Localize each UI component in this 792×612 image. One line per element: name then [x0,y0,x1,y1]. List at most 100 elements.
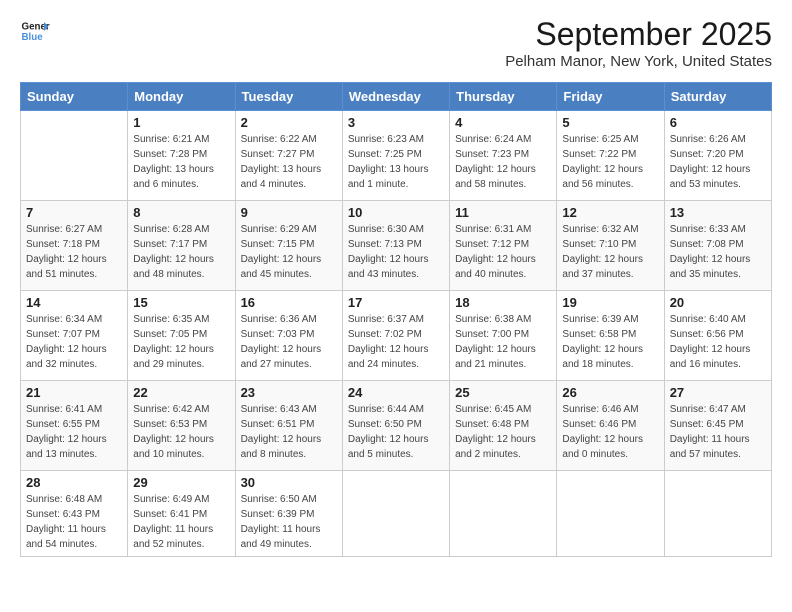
calendar-cell: 23 Sunrise: 6:43 AMSunset: 6:51 PMDayligh… [235,381,342,471]
day-number: 12 [562,205,658,220]
logo: General Blue [20,16,50,46]
day-number: 2 [241,115,337,130]
day-info: Sunrise: 6:50 AMSunset: 6:39 PMDaylight:… [241,492,337,552]
day-info: Sunrise: 6:22 AMSunset: 7:27 PMDaylight:… [241,132,337,192]
weekday-header-saturday: Saturday [664,83,771,111]
day-info: Sunrise: 6:49 AMSunset: 6:41 PMDaylight:… [133,492,229,552]
calendar-cell: 4 Sunrise: 6:24 AMSunset: 7:23 PMDaylight… [450,111,557,201]
day-number: 5 [562,115,658,130]
day-number: 10 [348,205,444,220]
day-number: 3 [348,115,444,130]
day-number: 11 [455,205,551,220]
day-info: Sunrise: 6:32 AMSunset: 7:10 PMDaylight:… [562,222,658,282]
weekday-header-monday: Monday [128,83,235,111]
day-number: 27 [670,385,766,400]
day-number: 1 [133,115,229,130]
day-info: Sunrise: 6:23 AMSunset: 7:25 PMDaylight:… [348,132,444,192]
calendar-cell: 5Sunrise: 6:25 AMSunset: 7:22 PMDaylight… [557,111,664,201]
calendar-cell: 26 Sunrise: 6:46 AMSunset: 6:46 PMDayligh… [557,381,664,471]
page-header: General Blue September 2025 Pelham Manor… [20,16,772,70]
day-number: 25 [455,385,551,400]
day-info: Sunrise: 6:24 AMSunset: 7:23 PMDaylight:… [455,132,551,192]
day-info: Sunrise: 6:43 AMSunset: 6:51 PMDaylight:… [241,402,337,462]
day-number: 15 [133,295,229,310]
calendar-cell: 13 Sunrise: 6:33 AMSunset: 7:08 PMDayligh… [664,201,771,291]
day-info: Sunrise: 6:26 AMSunset: 7:20 PMDaylight:… [670,132,766,192]
location-title: Pelham Manor, New York, United States [505,53,772,70]
calendar-cell: 3 Sunrise: 6:23 AMSunset: 7:25 PMDaylight… [342,111,449,201]
day-info: Sunrise: 6:30 AMSunset: 7:13 PMDaylight:… [348,222,444,282]
day-number: 14 [26,295,122,310]
day-number: 23 [241,385,337,400]
day-number: 17 [348,295,444,310]
calendar-cell [664,471,771,557]
calendar-cell: 18 Sunrise: 6:38 AMSunset: 7:00 PMDayligh… [450,291,557,381]
calendar-cell [450,471,557,557]
calendar-cell: 6 Sunrise: 6:26 AMSunset: 7:20 PMDaylight… [664,111,771,201]
day-info: Sunrise: 6:29 AMSunset: 7:15 PMDaylight:… [241,222,337,282]
day-number: 20 [670,295,766,310]
day-info: Sunrise: 6:21 AMSunset: 7:28 PMDaylight:… [133,132,229,192]
calendar-cell: 24 Sunrise: 6:44 AMSunset: 6:50 PMDayligh… [342,381,449,471]
calendar-cell: 29 Sunrise: 6:49 AMSunset: 6:41 PMDayligh… [128,471,235,557]
day-number: 16 [241,295,337,310]
day-number: 4 [455,115,551,130]
day-info: Sunrise: 6:35 AMSunset: 7:05 PMDaylight:… [133,312,229,372]
day-number: 13 [670,205,766,220]
day-number: 6 [670,115,766,130]
calendar-cell: 9 Sunrise: 6:29 AMSunset: 7:15 PMDaylight… [235,201,342,291]
calendar-week-row: 28 Sunrise: 6:48 AMSunset: 6:43 PMDayligh… [21,471,772,557]
weekday-header-sunday: Sunday [21,83,128,111]
logo-icon: General Blue [20,16,50,46]
calendar-cell: 28 Sunrise: 6:48 AMSunset: 6:43 PMDayligh… [21,471,128,557]
weekday-header-wednesday: Wednesday [342,83,449,111]
weekday-header-tuesday: Tuesday [235,83,342,111]
calendar-cell: 21Sunrise: 6:41 AMSunset: 6:55 PMDayligh… [21,381,128,471]
calendar-cell: 11Sunrise: 6:31 AMSunset: 7:12 PMDayligh… [450,201,557,291]
day-info: Sunrise: 6:39 AMSunset: 6:58 PMDaylight:… [562,312,658,372]
day-number: 19 [562,295,658,310]
day-info: Sunrise: 6:34 AMSunset: 7:07 PMDaylight:… [26,312,122,372]
day-info: Sunrise: 6:36 AMSunset: 7:03 PMDaylight:… [241,312,337,372]
calendar-week-row: 14 Sunrise: 6:34 AMSunset: 7:07 PMDayligh… [21,291,772,381]
day-info: Sunrise: 6:38 AMSunset: 7:00 PMDaylight:… [455,312,551,372]
calendar-cell: 25 Sunrise: 6:45 AMSunset: 6:48 PMDayligh… [450,381,557,471]
day-number: 30 [241,475,337,490]
day-info: Sunrise: 6:44 AMSunset: 6:50 PMDaylight:… [348,402,444,462]
title-block: September 2025 Pelham Manor, New York, U… [505,16,772,70]
calendar-cell [557,471,664,557]
calendar-week-row: 1 Sunrise: 6:21 AMSunset: 7:28 PMDaylight… [21,111,772,201]
day-info: Sunrise: 6:27 AMSunset: 7:18 PMDaylight:… [26,222,122,282]
day-info: Sunrise: 6:46 AMSunset: 6:46 PMDaylight:… [562,402,658,462]
day-info: Sunrise: 6:48 AMSunset: 6:43 PMDaylight:… [26,492,122,552]
calendar-cell: 7 Sunrise: 6:27 AMSunset: 7:18 PMDaylight… [21,201,128,291]
day-number: 26 [562,385,658,400]
day-number: 8 [133,205,229,220]
calendar-cell: 15 Sunrise: 6:35 AMSunset: 7:05 PMDayligh… [128,291,235,381]
day-number: 29 [133,475,229,490]
day-number: 21 [26,385,122,400]
weekday-header-thursday: Thursday [450,83,557,111]
day-info: Sunrise: 6:37 AMSunset: 7:02 PMDaylight:… [348,312,444,372]
day-number: 24 [348,385,444,400]
day-info: Sunrise: 6:28 AMSunset: 7:17 PMDaylight:… [133,222,229,282]
calendar-cell: 27 Sunrise: 6:47 AMSunset: 6:45 PMDayligh… [664,381,771,471]
day-number: 7 [26,205,122,220]
calendar-cell [21,111,128,201]
calendar-table: SundayMondayTuesdayWednesdayThursdayFrid… [20,82,772,557]
weekday-header-row: SundayMondayTuesdayWednesdayThursdayFrid… [21,83,772,111]
calendar-cell: 14 Sunrise: 6:34 AMSunset: 7:07 PMDayligh… [21,291,128,381]
calendar-week-row: 21Sunrise: 6:41 AMSunset: 6:55 PMDayligh… [21,381,772,471]
day-info: Sunrise: 6:42 AMSunset: 6:53 PMDaylight:… [133,402,229,462]
calendar-cell: 30 Sunrise: 6:50 AMSunset: 6:39 PMDayligh… [235,471,342,557]
day-number: 9 [241,205,337,220]
month-title: September 2025 [505,16,772,53]
day-info: Sunrise: 6:33 AMSunset: 7:08 PMDaylight:… [670,222,766,282]
calendar-cell: 1 Sunrise: 6:21 AMSunset: 7:28 PMDaylight… [128,111,235,201]
day-number: 22 [133,385,229,400]
day-number: 28 [26,475,122,490]
day-number: 18 [455,295,551,310]
calendar-week-row: 7 Sunrise: 6:27 AMSunset: 7:18 PMDaylight… [21,201,772,291]
day-info: Sunrise: 6:45 AMSunset: 6:48 PMDaylight:… [455,402,551,462]
day-info: Sunrise: 6:47 AMSunset: 6:45 PMDaylight:… [670,402,766,462]
